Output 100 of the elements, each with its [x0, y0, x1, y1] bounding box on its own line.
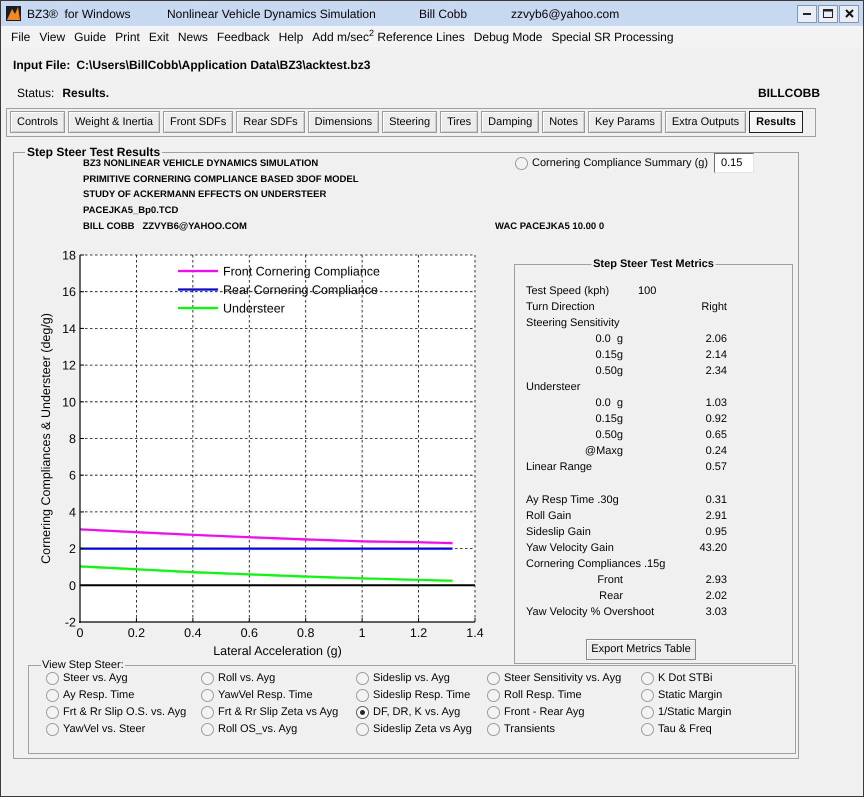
x-tick-label: 1.4: [466, 626, 484, 640]
radio-option[interactable]: Steer Sensitivity vs. Ayg: [487, 670, 622, 687]
menu-item[interactable]: View: [35, 26, 70, 46]
y-tick-label: 4: [69, 505, 76, 520]
legend-swatch-icon: [178, 270, 218, 272]
export-button[interactable]: Export Metrics Table: [586, 639, 696, 660]
metric-label: Roll Gain: [526, 508, 572, 524]
metric-value: 100: [638, 284, 656, 299]
tab-button[interactable]: Rear SDFs: [236, 111, 305, 133]
metric-value: 0.92: [706, 412, 727, 427]
menu-item[interactable]: Exit: [144, 26, 173, 46]
radio-option[interactable]: Front - Rear Ayg: [487, 704, 584, 721]
y-tick-label: -2: [64, 616, 76, 630]
tab-button[interactable]: Steering: [382, 111, 438, 133]
tab-button[interactable]: Results: [749, 111, 803, 133]
metric-value: 3.03: [706, 604, 727, 620]
input-file-path: C:\Users\BillCobb\Application Data\BZ3\acktest.bz3: [76, 57, 370, 74]
user-name: BILLCOBB: [758, 85, 820, 102]
metric-value: 2.91: [706, 508, 727, 524]
radio-option[interactable]: Roll OS_vs. Ayg: [201, 721, 298, 738]
menu-item[interactable]: Debug Mode: [470, 26, 546, 46]
x-tick-label: 0.8: [297, 626, 314, 640]
tab-button[interactable]: Weight & Inertia: [68, 111, 160, 133]
minimize-icon: [803, 12, 811, 14]
y-tick-label: 8: [69, 432, 76, 446]
y-tick-label: 14: [62, 322, 76, 336]
metric-value: 43.20: [699, 540, 727, 556]
legend-label: Front Cornering Compliance: [223, 264, 380, 278]
radio-option[interactable]: Roll Resp. Time: [487, 687, 582, 704]
radio-option[interactable]: Sideslip Resp. Time: [356, 687, 470, 704]
tab-button[interactable]: Front SDFs: [163, 111, 234, 133]
x-tick-label: 0.2: [128, 626, 146, 640]
y-tick-label: 0: [69, 578, 76, 593]
menu-item[interactable]: Feedback: [212, 26, 274, 46]
tab-button[interactable]: Notes: [542, 111, 585, 133]
x-tick-label: 1.2: [410, 626, 428, 640]
radio-option[interactable]: Roll vs. Ayg: [201, 670, 276, 687]
metric-value: 2.14: [706, 348, 727, 363]
metric-label: Yaw Velocity % Overshoot: [526, 604, 654, 620]
radio-option[interactable]: Sideslip Zeta vs Ayg: [356, 721, 472, 738]
radio-option[interactable]: Transients: [487, 721, 555, 738]
metric-label: Linear Range: [526, 460, 592, 475]
tab-button[interactable]: Extra Outputs: [664, 111, 746, 133]
menu-item[interactable]: Guide: [70, 26, 110, 46]
tab-button[interactable]: Key Params: [588, 111, 662, 133]
metric-label: Ay Resp Time .30g: [526, 492, 619, 508]
x-axis-title: Lateral Acceleration (g): [213, 644, 342, 658]
metric-value: 0.31: [706, 492, 727, 508]
tab-button[interactable]: Dimensions: [308, 111, 380, 133]
y-tick-label: 10: [62, 395, 76, 410]
metric-value: 1.03: [706, 396, 727, 411]
radio-option[interactable]: Sideslip vs. Ayg: [356, 670, 450, 687]
metric-value: 0.95: [706, 524, 727, 540]
minimize-button[interactable]: [797, 4, 817, 22]
tab-button[interactable]: Damping: [481, 111, 540, 133]
maximize-icon: [823, 9, 833, 18]
window-title: Nonlinear Vehicle Dynamics Simulation: [167, 6, 376, 22]
radio-option[interactable]: Frt & Rr Slip Zeta vs Ayg: [201, 704, 338, 721]
header-line: PACEJKA5_Bp0.TCD: [83, 204, 178, 218]
x-tick-label: 0.6: [240, 626, 258, 640]
metric-label: 0.15g: [595, 412, 623, 427]
menu-item[interactable]: News: [174, 26, 212, 46]
y-tick-label: 6: [69, 468, 76, 483]
menu-item[interactable]: Help: [274, 26, 308, 46]
radio-option[interactable]: K Dot STBi: [641, 670, 712, 687]
metric-label: 0.15g: [595, 348, 623, 363]
menu-item[interactable]: Add m/sec$^{2}$ Reference Lines: [308, 26, 469, 46]
legend-swatch-icon: [178, 288, 218, 291]
metric-value: 2.06: [706, 332, 727, 347]
radio-option[interactable]: Frt & Rr Slip O.S. vs. Ayg: [46, 704, 186, 721]
metric-label: 0.50g: [595, 364, 623, 379]
radio-option[interactable]: Cornering Compliance Summary (g): [515, 154, 708, 172]
close-icon: [844, 9, 854, 18]
metric-label: Turn Direction: [526, 300, 595, 315]
window-title: zzvyb6@yahoo.com: [511, 6, 620, 22]
radio-option[interactable]: YawVel vs. Steer: [46, 721, 146, 738]
status-label: Status:: [17, 85, 54, 102]
menu-item[interactable]: Print: [111, 26, 144, 46]
radio-option[interactable]: Ay Resp. Time: [46, 687, 134, 704]
radio-option[interactable]: 1/Static Margin: [641, 704, 732, 721]
maximize-button[interactable]: [818, 4, 838, 22]
close-button[interactable]: [839, 4, 859, 22]
radio-option[interactable]: Static Margin: [641, 687, 722, 704]
metric-label: Test Speed (kph): [526, 284, 610, 299]
menu-item[interactable]: File: [7, 26, 34, 46]
tab-button[interactable]: Tires: [440, 111, 478, 133]
header-line: STUDY OF ACKERMANN EFFECTS ON UNDERSTEER: [83, 188, 326, 202]
legend-label: Understeer: [223, 302, 285, 316]
metric-label: 0.50g: [595, 428, 623, 443]
radio-option[interactable]: DF, DR, K vs. Ayg: [356, 704, 460, 721]
metric-value: 0.24: [706, 444, 727, 459]
x-tick-label: 0.4: [184, 626, 202, 640]
metric-label: @Maxg: [584, 444, 623, 459]
menu-item[interactable]: Special SR Processing: [547, 26, 678, 46]
input-field[interactable]: 0.15: [714, 153, 754, 173]
radio-option[interactable]: YawVel Resp. Time: [201, 687, 313, 704]
legend-label: Rear Cornering Compliance: [223, 283, 378, 297]
radio-option[interactable]: Steer vs. Ayg: [46, 670, 128, 687]
tab-button[interactable]: Controls: [10, 111, 65, 133]
radio-option[interactable]: Tau & Freq: [641, 721, 712, 738]
